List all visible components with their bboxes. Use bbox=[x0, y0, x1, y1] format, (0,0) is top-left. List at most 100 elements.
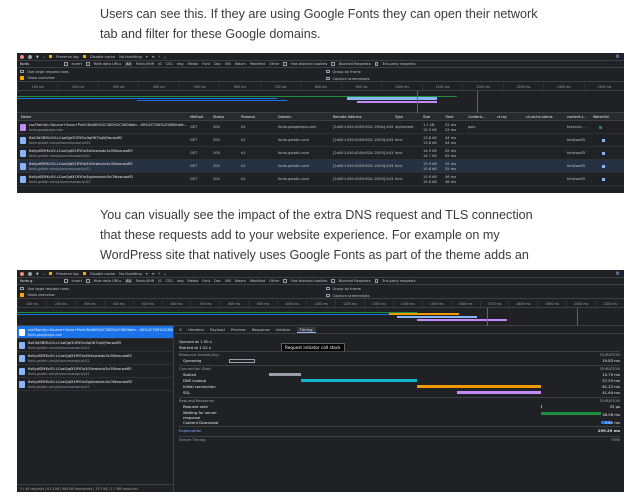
record-icon[interactable] bbox=[20, 271, 24, 276]
clear-icon[interactable] bbox=[28, 271, 32, 276]
search-icon[interactable]: ⌕ bbox=[43, 272, 45, 276]
type-filter-css[interactable]: CSS bbox=[166, 279, 173, 283]
type-filter-ws[interactable]: WS bbox=[225, 279, 231, 283]
wifi-icon[interactable]: ≋ bbox=[152, 55, 155, 59]
capture-screenshots-checkbox[interactable] bbox=[326, 293, 330, 298]
tab-payload[interactable]: Payload bbox=[210, 327, 225, 332]
capture-screenshots-checkbox[interactable] bbox=[326, 76, 330, 81]
record-icon[interactable] bbox=[20, 54, 24, 59]
col-content-type[interactable]: content-t... bbox=[567, 113, 586, 121]
download-icon[interactable]: ⤓ bbox=[164, 55, 166, 59]
timeline-overview[interactable] bbox=[17, 91, 624, 113]
type-filter-js[interactable]: JS bbox=[158, 62, 161, 66]
timeline-overview[interactable] bbox=[17, 308, 624, 326]
hide-data-urls-checkbox[interactable] bbox=[86, 279, 90, 283]
show-overview-checkbox[interactable] bbox=[20, 293, 24, 297]
gear-icon[interactable]: ⚙ bbox=[616, 271, 620, 277]
type-filter-manifest[interactable]: Manifest bbox=[250, 62, 265, 66]
type-filter-css[interactable]: CSS bbox=[166, 62, 173, 66]
show-overview-checkbox[interactable] bbox=[20, 76, 24, 80]
type-filter-other[interactable]: Other bbox=[269, 279, 279, 283]
blocked-cookies-checkbox[interactable] bbox=[283, 279, 287, 283]
col-waterfall[interactable]: Waterfall bbox=[593, 113, 609, 121]
col-status[interactable]: Status bbox=[213, 113, 224, 121]
list-item[interactable]: 6xK3dSBYKcSV-LCoeQqfX1RYOo3qOK7lujVj9w.w… bbox=[17, 339, 173, 352]
blocked-cookies-checkbox[interactable] bbox=[283, 62, 287, 66]
type-filter-all[interactable]: All bbox=[125, 279, 132, 283]
type-filter-ws[interactable]: WS bbox=[225, 62, 231, 66]
download-icon[interactable]: ⤓ bbox=[164, 272, 166, 276]
close-icon[interactable]: ✕ bbox=[179, 327, 182, 332]
blocked-requests-checkbox[interactable] bbox=[331, 62, 335, 66]
gear-icon[interactable]: ⚙ bbox=[616, 54, 620, 60]
filter-input[interactable]: fonts bbox=[20, 62, 60, 66]
col-type[interactable]: Type bbox=[395, 113, 403, 121]
upload-icon[interactable]: ⤒ bbox=[159, 272, 161, 276]
disable-cache-checkbox[interactable] bbox=[82, 271, 87, 276]
list-item[interactable]: css?family=Source+Sans+Pro%3A400%2C300%2… bbox=[17, 326, 173, 339]
type-filter-media[interactable]: Media bbox=[188, 62, 199, 66]
upload-icon[interactable]: ⤒ bbox=[159, 55, 161, 59]
type-filter-doc[interactable]: Doc bbox=[214, 279, 221, 283]
table-row[interactable]: 6xK3dSBYKcSV-LCoeQqfX1RYOo3qOK7lujVj9w.w… bbox=[17, 134, 624, 147]
invert-checkbox[interactable] bbox=[64, 279, 68, 283]
type-filter-manifest[interactable]: Manifest bbox=[250, 279, 265, 283]
col-method[interactable]: Method bbox=[190, 113, 203, 121]
type-filter-font[interactable]: Font bbox=[202, 62, 210, 66]
col-name[interactable]: Name bbox=[21, 113, 31, 121]
table-row[interactable]: 6xKydSBYKcSV-LCoeQqfX1RYOo3ig4vwlxdu3cOW… bbox=[17, 173, 624, 186]
type-filter-img[interactable]: Img bbox=[177, 62, 184, 66]
col-protocol[interactable]: Protocol bbox=[241, 113, 255, 121]
throttling-select[interactable]: No throttling bbox=[119, 272, 142, 276]
type-filter-wasm[interactable]: Wasm bbox=[235, 62, 246, 66]
col-domain[interactable]: Domain bbox=[278, 113, 292, 121]
list-item[interactable]: 6xKydSBYKcSV-LCoeQqfX1RYOo3ik4zwlxdu3cOW… bbox=[17, 352, 173, 365]
preserve-log-checkbox[interactable] bbox=[48, 271, 53, 276]
type-filter-wasm[interactable]: Wasm bbox=[235, 279, 246, 283]
search-icon[interactable]: ⌕ bbox=[43, 55, 45, 59]
group-frame-checkbox[interactable] bbox=[326, 69, 330, 74]
group-frame-checkbox[interactable] bbox=[326, 286, 330, 291]
throttling-select[interactable]: No throttling bbox=[119, 55, 142, 59]
tab-response[interactable]: Response bbox=[252, 327, 270, 332]
table-row[interactable]: css?family=Source+Sans+Pro%3A400%2C300%2… bbox=[17, 121, 624, 134]
col-cf-cache-status[interactable]: cf-cache-status bbox=[526, 113, 553, 121]
preserve-log-checkbox[interactable] bbox=[48, 54, 53, 59]
large-rows-checkbox[interactable] bbox=[20, 286, 24, 291]
list-item[interactable]: 6xKydSBYKcSV-LCoeQqfX1RYOo3i54rwlxdu3cOW… bbox=[17, 365, 173, 378]
col-cf-ray[interactable]: cf-ray bbox=[497, 113, 507, 121]
type-filter-doc[interactable]: Doc bbox=[214, 62, 221, 66]
type-filter-xhr[interactable]: Fetch/XHR bbox=[136, 279, 155, 283]
type-filter-all[interactable]: All bbox=[125, 62, 132, 66]
third-party-checkbox[interactable] bbox=[374, 279, 379, 283]
hide-data-urls-checkbox[interactable] bbox=[86, 62, 90, 66]
large-rows-checkbox[interactable] bbox=[20, 69, 24, 74]
col-size[interactable]: Size bbox=[423, 113, 430, 121]
clear-icon[interactable] bbox=[28, 54, 32, 59]
filter-icon[interactable]: ▼ bbox=[36, 272, 39, 276]
type-filter-media[interactable]: Media bbox=[188, 279, 199, 283]
list-item[interactable]: 6xKydSBYKcSV-LCoeQqfX1RYOo3ig4vwlxdu3cOW… bbox=[17, 378, 173, 391]
type-filter-xhr[interactable]: Fetch/XHR bbox=[136, 62, 155, 66]
table-row[interactable]: 6xKydSBYKcSV-LCoeQqfX1RYOo3i54rwlxdu3cOW… bbox=[17, 160, 624, 173]
col-content[interactable]: Content-... bbox=[468, 113, 487, 121]
wifi-icon[interactable]: ≋ bbox=[152, 272, 155, 276]
tab-headers[interactable]: Headers bbox=[188, 327, 204, 332]
third-party-checkbox[interactable] bbox=[374, 62, 379, 66]
table-row[interactable]: 6xKydSBYKcSV-LCoeQqfX1RYOo3ik4zwlxdu3cOW… bbox=[17, 147, 624, 160]
disable-cache-checkbox[interactable] bbox=[82, 54, 87, 59]
explanation-link[interactable]: Explanation bbox=[179, 428, 201, 433]
tab-initiator[interactable]: Initiator bbox=[276, 327, 291, 332]
blocked-requests-checkbox[interactable] bbox=[331, 279, 335, 283]
invert-checkbox[interactable] bbox=[64, 62, 68, 66]
tab-preview[interactable]: Preview bbox=[231, 327, 246, 332]
tab-timing[interactable]: Timing bbox=[296, 326, 316, 333]
type-filter-js[interactable]: JS bbox=[158, 279, 161, 283]
type-filter-img[interactable]: Img bbox=[177, 279, 184, 283]
col-remote-address[interactable]: Remote Address bbox=[333, 113, 362, 121]
type-filter-other[interactable]: Other bbox=[269, 62, 279, 66]
filter-input[interactable]: fonts.g bbox=[20, 279, 60, 283]
col-time[interactable]: Time bbox=[445, 113, 454, 121]
filter-icon[interactable]: ▼ bbox=[36, 55, 39, 59]
type-filter-font[interactable]: Font bbox=[202, 279, 210, 283]
